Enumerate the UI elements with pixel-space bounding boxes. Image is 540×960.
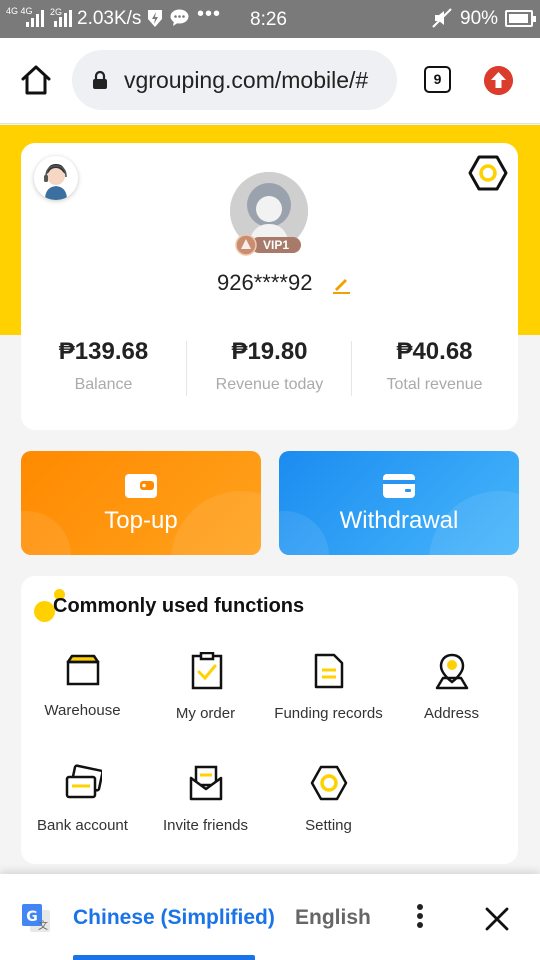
more-icon: •••	[197, 3, 222, 25]
withdrawal-label: Withdrawal	[339, 507, 459, 534]
total-revenue-label: Total revenue	[386, 376, 483, 393]
section-title: Commonly used functions	[53, 595, 305, 617]
wallet-icon	[125, 474, 157, 498]
settings-hexagon-icon[interactable]	[468, 155, 508, 191]
home-icon[interactable]	[20, 64, 52, 96]
close-icon[interactable]	[484, 906, 510, 932]
function-label: Warehouse	[44, 702, 121, 719]
bank-card-icon	[65, 764, 102, 799]
title-decoration	[34, 601, 55, 622]
function-my-order[interactable]: My order	[144, 652, 267, 742]
function-bank-account[interactable]: Bank account	[21, 764, 144, 854]
hexagon-settings-icon	[310, 765, 348, 801]
function-funding-records[interactable]: Funding records	[267, 652, 390, 742]
google-translate-icon: G文	[22, 904, 50, 932]
function-setting[interactable]: Setting	[267, 764, 390, 854]
url-bar[interactable]: vgrouping.com/mobile/#	[72, 50, 397, 110]
target-language-tab[interactable]: English	[295, 906, 371, 930]
balance-label: Balance	[74, 376, 133, 393]
battery-percent: 90%	[460, 8, 499, 29]
translate-bar: G文 Chinese (Simplified) English	[0, 874, 540, 960]
function-label: My order	[175, 705, 236, 722]
browser-toolbar: vgrouping.com/mobile/# 9	[0, 38, 540, 124]
profile-card: VIP1 926****92 ₱139.68 Balance ₱19.80 Re…	[21, 143, 518, 430]
function-label: Invite friends	[162, 817, 249, 834]
topup-label: Top-up	[104, 507, 178, 534]
total-revenue-value: ₱40.68	[396, 338, 473, 365]
svg-text:G: G	[26, 909, 38, 925]
stat-revenue-today: ₱19.80 Revenue today	[187, 338, 352, 394]
url-text: vgrouping.com/mobile/#	[124, 67, 369, 93]
function-label: Address	[423, 705, 480, 722]
svg-text:文: 文	[38, 919, 48, 932]
active-tab-indicator	[73, 955, 255, 960]
clipboard-check-icon	[191, 652, 223, 690]
topup-button[interactable]: Top-up	[21, 451, 261, 555]
vip-gem-icon	[235, 234, 257, 256]
clock: 8:26	[250, 9, 287, 30]
vip-badge: VIP1	[235, 234, 303, 256]
username: 926****92	[217, 270, 313, 295]
functions-card: Commonly used functions Warehouse My ord…	[21, 576, 518, 864]
vip-level: VIP1	[251, 237, 301, 253]
signal2-icon	[54, 9, 72, 27]
edit-icon[interactable]	[331, 274, 351, 294]
document-icon	[314, 653, 344, 689]
stat-total-revenue: ₱40.68 Total revenue	[352, 338, 517, 394]
function-invite-friends[interactable]: Invite friends	[144, 764, 267, 854]
battery-icon	[505, 10, 536, 27]
card-icon	[383, 474, 415, 498]
source-language-tab[interactable]: Chinese (Simplified)	[73, 906, 275, 930]
update-icon[interactable]	[484, 66, 513, 95]
network-speed: 2.03K/s	[77, 8, 142, 29]
customer-service-icon[interactable]	[34, 156, 78, 200]
function-label: Funding records	[274, 705, 383, 722]
envelope-icon	[189, 765, 223, 801]
location-icon	[435, 653, 469, 690]
balance-value: ₱139.68	[58, 338, 149, 365]
lock-icon	[93, 70, 107, 89]
status-bar: 4G 4G 2G 2.03K/s ••• 8:26 90%	[0, 0, 540, 38]
function-label: Bank account	[37, 817, 128, 834]
withdrawal-button[interactable]: Withdrawal	[279, 451, 519, 555]
mute-icon	[432, 8, 452, 28]
message-icon	[170, 9, 189, 26]
tabs-icon[interactable]: 9	[424, 66, 451, 93]
warehouse-icon	[66, 654, 100, 686]
more-options-icon[interactable]	[410, 904, 430, 934]
function-warehouse[interactable]: Warehouse	[21, 652, 144, 742]
signal-icon	[26, 9, 44, 27]
revenue-today-label: Revenue today	[215, 376, 324, 393]
flash-icon	[148, 10, 162, 27]
function-address[interactable]: Address	[390, 652, 513, 742]
stat-balance: ₱139.68 Balance	[21, 338, 186, 394]
revenue-today-value: ₱19.80	[231, 338, 308, 365]
function-label: Setting	[305, 817, 352, 834]
